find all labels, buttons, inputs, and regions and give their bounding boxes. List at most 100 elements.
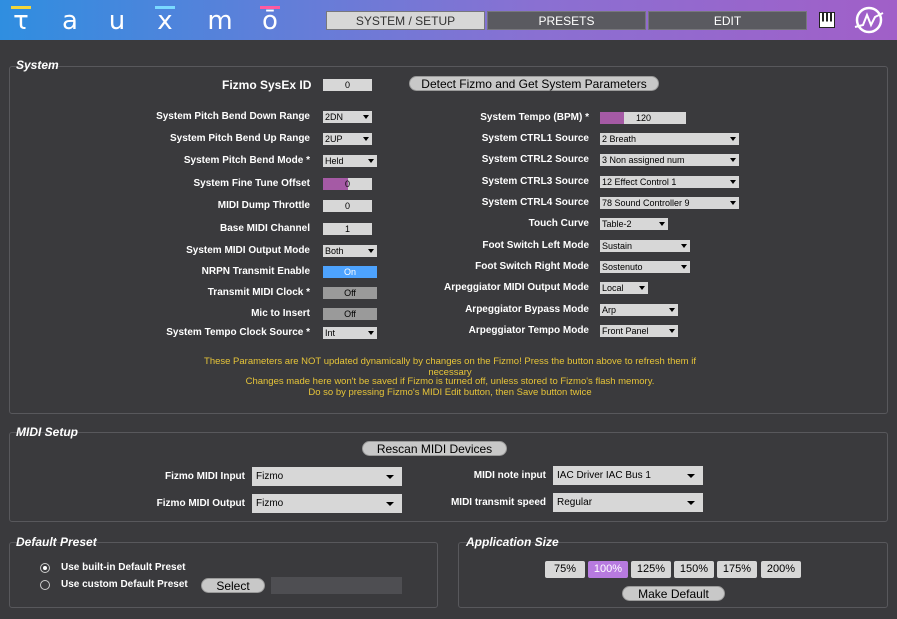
dropdown-select[interactable]: Local bbox=[600, 282, 648, 294]
dropdown-value: 12 Effect Control 1 bbox=[602, 177, 677, 187]
note-input-label: MIDI note input bbox=[473, 470, 546, 481]
transmit-speed-select[interactable]: Regular bbox=[553, 493, 703, 512]
chevron-down-icon bbox=[669, 308, 675, 312]
setting-label: MIDI Dump Throttle bbox=[217, 200, 310, 211]
size-button[interactable]: 100% bbox=[588, 561, 628, 578]
setting-label: Transmit MIDI Clock * bbox=[207, 287, 310, 298]
dropdown-value: Local bbox=[602, 283, 624, 293]
logo-letter-a: a bbox=[57, 4, 83, 34]
size-button[interactable]: 75% bbox=[545, 561, 585, 578]
chevron-down-icon bbox=[730, 201, 736, 205]
chevron-down-icon bbox=[730, 180, 736, 184]
custom-preset-radio[interactable] bbox=[40, 580, 50, 590]
dropdown-value: 78 Sound Controller 9 bbox=[602, 198, 690, 208]
logo-letter-t: τ bbox=[8, 4, 34, 34]
setting-label: System CTRL2 Source bbox=[481, 154, 589, 165]
dropdown-value: Table-2 bbox=[602, 219, 632, 229]
midi-input-label: Fizmo MIDI Input bbox=[165, 471, 245, 482]
dropdown-value: Sostenuto bbox=[602, 262, 643, 272]
midi-input-select[interactable]: Fizmo bbox=[252, 467, 402, 486]
toggle-button[interactable]: Off bbox=[323, 287, 377, 299]
logo-letter-m: m bbox=[207, 4, 233, 34]
builtin-preset-radio[interactable] bbox=[40, 563, 50, 573]
chevron-down-icon bbox=[368, 159, 374, 163]
logo-glyph: a bbox=[62, 6, 78, 36]
toggle-button[interactable]: Off bbox=[323, 308, 377, 320]
app-header: τ a u x m ō SYSTEM / SETUP PRESETS EDIT bbox=[0, 0, 897, 40]
application-size-title: Application Size bbox=[466, 535, 559, 549]
chevron-down-icon bbox=[687, 474, 695, 478]
setting-label: Foot Switch Right Mode bbox=[475, 261, 589, 272]
number-box[interactable]: 0 bbox=[323, 200, 372, 212]
setting-label: Arpeggiator MIDI Output Mode bbox=[444, 282, 589, 293]
dropdown-select[interactable]: 78 Sound Controller 9 bbox=[600, 197, 739, 209]
number-box[interactable]: 1 bbox=[323, 223, 372, 235]
setting-label: Base MIDI Channel bbox=[219, 223, 310, 234]
note-input-select[interactable]: IAC Driver IAC Bus 1 bbox=[553, 466, 703, 485]
setting-label: System CTRL3 Source bbox=[481, 176, 589, 187]
chevron-down-icon bbox=[363, 115, 369, 119]
tab-system-setup[interactable]: SYSTEM / SETUP bbox=[326, 11, 485, 30]
dropdown-value: 2DN bbox=[325, 112, 344, 122]
logo-glyph: ō bbox=[262, 6, 278, 36]
system-title: System bbox=[16, 58, 59, 72]
dropdown-select[interactable]: 3 Non assigned num bbox=[600, 154, 739, 166]
setting-label: System CTRL1 Source bbox=[481, 133, 589, 144]
logo-letter-u: u bbox=[104, 4, 130, 34]
dropdown-select[interactable]: Arp bbox=[600, 304, 678, 316]
dropdown-select[interactable]: 2DN bbox=[323, 111, 372, 123]
logo-glyph: m bbox=[207, 6, 233, 36]
dropdown-value: Arp bbox=[602, 305, 617, 315]
sysex-id-input[interactable]: 0 bbox=[323, 79, 372, 91]
tab-presets[interactable]: PRESETS bbox=[487, 11, 646, 30]
dropdown-select[interactable]: Int bbox=[323, 327, 377, 339]
custom-preset-path[interactable] bbox=[271, 577, 402, 594]
dropdown-select[interactable]: 2UP bbox=[323, 133, 372, 145]
setting-label: Arpeggiator Tempo Mode bbox=[468, 325, 589, 336]
slider-value: 120 bbox=[636, 113, 652, 123]
chevron-down-icon bbox=[368, 331, 374, 335]
logo-glyph: x bbox=[157, 6, 173, 36]
dropdown-value: 2 Breath bbox=[602, 134, 637, 144]
slider-number-box[interactable]: 120 bbox=[600, 112, 686, 124]
dropdown-select[interactable]: 12 Effect Control 1 bbox=[600, 176, 739, 188]
dropdown-value: Both bbox=[325, 246, 344, 256]
midi-output-select[interactable]: Fizmo bbox=[252, 494, 402, 513]
setting-label: Arpeggiator Bypass Mode bbox=[465, 304, 589, 315]
size-button[interactable]: 125% bbox=[631, 561, 671, 578]
dropdown-select[interactable]: Held bbox=[323, 155, 377, 167]
dropdown-select[interactable]: Table-2 bbox=[600, 218, 668, 230]
dropdown-select[interactable]: Front Panel bbox=[600, 325, 678, 337]
setting-label: Touch Curve bbox=[528, 218, 589, 229]
chevron-down-icon bbox=[368, 249, 374, 253]
setting-label: System Pitch Bend Up Range bbox=[169, 133, 310, 144]
chevron-down-icon bbox=[639, 286, 645, 290]
midi-setup-title: MIDI Setup bbox=[16, 425, 78, 439]
chevron-down-icon bbox=[681, 244, 687, 248]
rescan-midi-button[interactable]: Rescan MIDI Devices bbox=[362, 441, 507, 456]
tab-edit[interactable]: EDIT bbox=[648, 11, 807, 30]
setting-label: System Pitch Bend Mode * bbox=[183, 155, 310, 166]
make-default-button[interactable]: Make Default bbox=[622, 586, 725, 601]
midi-input-value: Fizmo bbox=[256, 471, 284, 482]
warning-line: Do so by pressing Fizmo's MIDI Edit butt… bbox=[308, 387, 592, 398]
transmit-speed-value: Regular bbox=[557, 497, 593, 508]
size-button[interactable]: 150% bbox=[674, 561, 714, 578]
slider-number-box[interactable]: 0 bbox=[323, 178, 372, 190]
piano-keyboard-icon[interactable] bbox=[819, 12, 835, 28]
dropdown-value: Held bbox=[325, 156, 344, 166]
toggle-button[interactable]: On bbox=[323, 266, 377, 278]
chevron-down-icon bbox=[386, 475, 394, 479]
dropdown-select[interactable]: Sustain bbox=[600, 240, 690, 252]
dropdown-select[interactable]: 2 Breath bbox=[600, 133, 739, 145]
setting-label: System MIDI Output Mode bbox=[186, 245, 310, 256]
waveform-circle-icon[interactable] bbox=[853, 5, 885, 35]
size-button[interactable]: 175% bbox=[717, 561, 757, 578]
warning-line: These Parameters are NOT updated dynamic… bbox=[204, 356, 696, 367]
dropdown-select[interactable]: Sostenuto bbox=[600, 261, 690, 273]
detect-fizmo-button[interactable]: Detect Fizmo and Get System Parameters bbox=[409, 76, 659, 91]
size-button[interactable]: 200% bbox=[761, 561, 801, 578]
select-preset-button[interactable]: Select bbox=[201, 578, 265, 593]
dropdown-select[interactable]: Both bbox=[323, 245, 377, 257]
transmit-speed-label: MIDI transmit speed bbox=[450, 497, 546, 508]
